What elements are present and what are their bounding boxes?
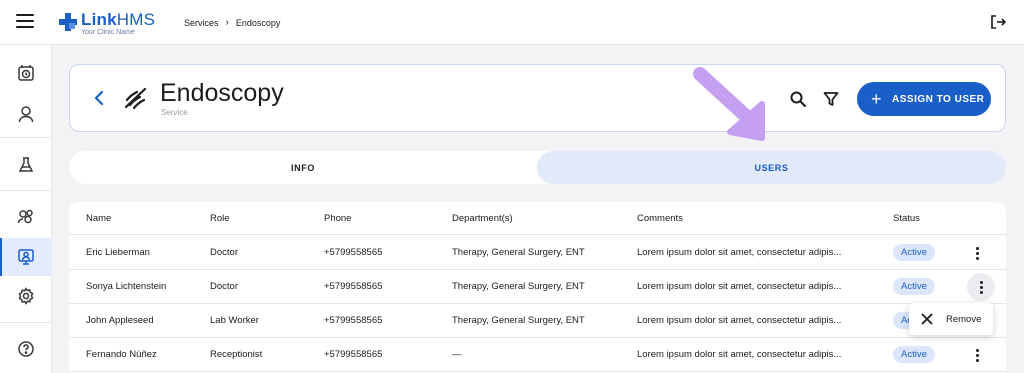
logo-tagline: Your Clinic Name — [81, 29, 135, 36]
tab-users[interactable]: USERS — [537, 151, 1006, 184]
breadcrumb-item-services[interactable]: Services — [184, 18, 219, 28]
column-header-phone[interactable]: Phone — [324, 202, 444, 234]
page-subtitle: Service — [161, 108, 188, 117]
remove-menu-item[interactable]: Remove — [921, 313, 981, 325]
cell-name: Fernando Núñez — [86, 349, 157, 360]
gear-icon — [18, 287, 34, 305]
more-vertical-icon — [979, 280, 983, 294]
cell-name: John Appleseed — [86, 315, 154, 326]
table-header-row: Name Role Phone Department(s) Comments S… — [69, 202, 1006, 235]
column-header-status[interactable]: Status — [893, 202, 953, 234]
tab-bar: INFO USERS — [69, 151, 1006, 184]
sidebar-item-staff[interactable] — [0, 198, 52, 236]
plus-icon: + — [871, 89, 883, 109]
cell-role: Receptionist — [210, 349, 263, 360]
breadcrumb: Services › Endoscopy — [184, 17, 280, 28]
status-badge: Active — [893, 244, 935, 261]
cell-phone: +5799558565 — [324, 315, 383, 326]
endoscopy-service-icon — [124, 87, 147, 110]
cell-departments: Therapy, General Surgery, ENT — [452, 247, 585, 258]
sidebar-item-help[interactable] — [0, 330, 52, 368]
app-logo[interactable]: LinkHMS Your Clinic Name — [59, 11, 155, 36]
sidebar-item-appointments[interactable] — [0, 54, 52, 92]
cell-status: Active — [893, 236, 953, 269]
table-row[interactable]: Eric Lieberman Doctor +5799558565 Therap… — [69, 236, 1006, 270]
column-header-comments[interactable]: Comments — [637, 202, 862, 234]
breadcrumb-item-endoscopy: Endoscopy — [235, 17, 281, 28]
row-menu-button[interactable] — [967, 273, 995, 301]
sidebar-item-patients[interactable] — [0, 95, 52, 133]
filter-icon[interactable] — [823, 91, 839, 107]
cell-departments: Therapy, General Surgery, ENT — [452, 281, 585, 292]
page-title: Endoscopy — [160, 79, 284, 107]
cell-role: Doctor — [210, 247, 238, 258]
remove-menu-label: Remove — [946, 313, 982, 325]
cell-comments: Lorem ipsum dolor sit amet, consectetur … — [637, 247, 842, 258]
hamburger-menu-icon[interactable] — [16, 14, 34, 30]
row-menu-button[interactable] — [967, 345, 987, 365]
table-row[interactable]: Fernando Núñez Receptionist +5799558565 … — [69, 338, 1006, 372]
calendar-clock-icon — [18, 65, 34, 81]
cell-comments: Lorem ipsum dolor sit amet, consectetur … — [637, 349, 842, 360]
monitor-user-icon — [18, 249, 34, 265]
users-table: Name Role Phone Department(s) Comments S… — [69, 202, 1006, 373]
search-icon[interactable] — [789, 90, 807, 108]
user-icon — [18, 106, 34, 123]
cell-status: Active — [893, 338, 953, 371]
help-icon — [18, 341, 34, 357]
table-row[interactable]: John Appleseed Lab Worker +5799558565 Th… — [69, 304, 1006, 338]
assign-to-user-label: ASSIGN TO USER — [892, 93, 985, 105]
cell-phone: +5799558565 — [324, 247, 383, 258]
back-arrow-icon[interactable] — [90, 87, 108, 109]
cell-status: Active — [893, 270, 953, 303]
breadcrumb-separator: › — [225, 17, 229, 28]
cell-role: Lab Worker — [210, 315, 259, 326]
cell-departments: — — [452, 349, 462, 360]
more-vertical-icon — [975, 348, 979, 362]
top-bar: LinkHMS Your Clinic Name Services › Endo… — [0, 0, 1024, 45]
sidebar-item-laboratory[interactable] — [0, 146, 52, 184]
tab-info[interactable]: INFO — [69, 151, 537, 184]
cell-role: Doctor — [210, 281, 238, 292]
cell-name: Eric Lieberman — [86, 247, 150, 258]
cell-comments: Lorem ipsum dolor sit amet, consectetur … — [637, 315, 842, 326]
logo-name: LinkHMS — [81, 10, 156, 29]
column-header-departments[interactable]: Department(s) — [452, 202, 632, 234]
status-badge: Active — [893, 346, 935, 363]
users-group-icon — [17, 209, 33, 224]
close-icon — [921, 313, 933, 325]
cell-departments: Therapy, General Surgery, ENT — [452, 315, 585, 326]
logout-icon[interactable] — [990, 14, 1006, 30]
status-badge: Active — [893, 278, 935, 295]
assign-to-user-button[interactable]: + ASSIGN TO USER — [857, 82, 991, 116]
service-header-card: Endoscopy Service + ASSIGN TO USER — [69, 64, 1006, 132]
more-vertical-icon — [975, 246, 979, 260]
cell-comments: Lorem ipsum dolor sit amet, consectetur … — [637, 281, 842, 292]
sidebar — [0, 45, 52, 373]
row-menu-button[interactable] — [967, 243, 987, 263]
column-header-name[interactable]: Name — [86, 202, 204, 234]
cell-phone: +5799558565 — [324, 349, 383, 360]
flask-icon — [18, 157, 34, 172]
sidebar-item-settings[interactable] — [0, 277, 52, 315]
row-context-menu: Remove — [909, 303, 993, 335]
cell-phone: +5799558565 — [324, 281, 383, 292]
logo-cross-icon — [59, 13, 77, 31]
column-header-role[interactable]: Role — [210, 202, 318, 234]
table-row[interactable]: Sonya Lichtenstein Doctor +5799558565 Th… — [69, 270, 1006, 304]
cell-name: Sonya Lichtenstein — [86, 281, 167, 292]
sidebar-item-services[interactable] — [0, 238, 52, 276]
